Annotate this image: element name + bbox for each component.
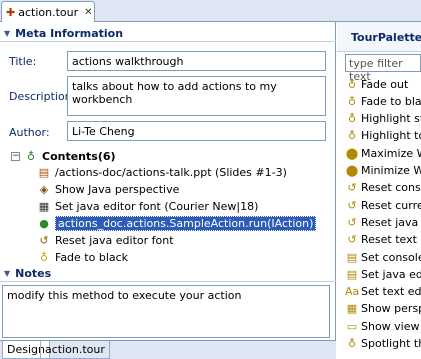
font-icon: ▦ xyxy=(38,199,50,213)
palette-item[interactable]: ⬤Maximize Wor xyxy=(345,145,421,161)
palette-item[interactable]: ↺ Reset text ed xyxy=(345,232,421,248)
palette-item[interactable]: ▦Show perspect xyxy=(345,301,421,317)
notes-input[interactable]: modify this method to execute your actio… xyxy=(2,285,330,338)
palette-item[interactable]: ↺ Reset java ed xyxy=(345,214,421,230)
palette-item[interactable]: ♁ Spotlight the xyxy=(345,336,421,352)
tour-editor: ▼ Meta Information Title: actions walkth… xyxy=(0,22,336,340)
collapse-tree-icon[interactable]: − xyxy=(11,152,20,161)
tree-root-contents[interactable]: ♁ Contents(6) xyxy=(24,148,116,164)
slides-icon: ▤ xyxy=(38,165,50,179)
tab-action-tour[interactable]: ✚ action.tour ✕ xyxy=(1,1,95,22)
description-label: Description: xyxy=(9,90,76,103)
palette-item-icon: ♁ xyxy=(347,337,357,350)
palette-item-label: Show view xyxy=(361,319,420,333)
title-input[interactable]: actions walkthrough xyxy=(67,51,326,71)
tree-item[interactable]: ♁ Fade to black xyxy=(37,249,128,265)
palette-item[interactable]: ↺ Reset console xyxy=(345,180,421,196)
palette-item-label: Minimize Wor xyxy=(361,164,421,177)
palette-item[interactable]: ▤Set console fo xyxy=(345,249,421,265)
palette-item-icon: ↺ xyxy=(347,181,357,195)
notes-section-header[interactable]: ▼ Notes xyxy=(0,265,336,282)
palette-item[interactable]: ⬤Minimize Wor xyxy=(345,163,421,179)
palette-item[interactable]: ▭ Show view xyxy=(345,318,420,334)
collapse-triangle-icon[interactable]: ▼ xyxy=(4,269,10,278)
palette-item-label: Set console fo xyxy=(361,250,421,264)
tour-palette: TourPalette type filter text ♁ Fade out ♁ F… xyxy=(337,22,421,359)
palette-item-label: Set text editor xyxy=(361,285,421,299)
palette-item-icon: ♁ xyxy=(347,94,357,108)
tree-item[interactable]: ● actions_doc.actions.SampleAction.run(IA… xyxy=(37,215,317,231)
palette-filter-input[interactable]: type filter text xyxy=(345,54,421,83)
tour-file-icon: ✚ xyxy=(6,5,16,19)
contents-label: Contents(6) xyxy=(42,149,116,163)
palette-item-icon: ▤ xyxy=(346,250,358,264)
palette-item-label: Highlight state xyxy=(361,112,421,126)
palette-item-icon: ↺ xyxy=(347,233,357,247)
meta-section-header[interactable]: ▼ Meta Information xyxy=(0,25,336,42)
palette-item[interactable]: ↺ Reset current xyxy=(345,197,421,213)
palette-item-label: Reset java ed xyxy=(361,215,421,229)
palette-item-icon: ♁ xyxy=(347,77,357,91)
palette-title: TourPalette xyxy=(337,22,421,52)
tree-item-label: actions_doc.actions.SampleAction.run(IAc… xyxy=(55,215,317,231)
editor-tabbar: ✚ action.tour ✕ xyxy=(0,0,421,22)
palette-item-icon: ↺ xyxy=(347,215,357,229)
palette-item-label: Reset text ed xyxy=(361,233,421,247)
palette-item-label: Maximize Wor xyxy=(361,146,421,160)
tree-item-label: Set java editor font (Courier New|18) xyxy=(55,199,259,213)
perspective-icon: ◈ xyxy=(39,182,49,196)
palette-item[interactable]: ♁ Highlight tool xyxy=(345,128,421,144)
palette-item-icon: ▦ xyxy=(346,302,358,316)
reset-icon: ↺ xyxy=(39,233,49,247)
palette-item[interactable]: ♁ Fade to black xyxy=(345,93,421,109)
notes-section-title: Notes xyxy=(15,266,52,280)
tree-item-label: /actions-doc/actions-talk.ppt (Slides #1… xyxy=(55,165,287,179)
palette-item-label: Reset console xyxy=(361,181,421,195)
palette-item-label: Highlight tool xyxy=(361,129,421,143)
palette-item-icon: ♁ xyxy=(347,129,357,143)
tree-item-label: Show Java perspective xyxy=(55,182,180,196)
palette-item-icon: ⬤ xyxy=(345,146,359,160)
palette-item-icon: ↺ xyxy=(347,198,357,212)
palette-item-label: Fade to black xyxy=(361,94,421,108)
palette-item-label: Reset current xyxy=(361,198,421,212)
palette-item-label: Spotlight the xyxy=(361,337,421,350)
palette-item[interactable]: ♁ Fade out xyxy=(345,76,408,92)
bulb-icon: ♁ xyxy=(39,250,49,264)
editor-page-tabs: Design action.tour xyxy=(0,340,336,359)
palette-item-icon: ▭ xyxy=(346,319,358,333)
palette-item-label: Fade out xyxy=(361,77,409,91)
description-input[interactable]: talks about how to add actions to my wor… xyxy=(67,76,326,116)
author-input[interactable]: Li-Te Cheng xyxy=(67,121,326,141)
palette-item-icon: Aa xyxy=(345,285,360,299)
tree-item-label: Reset java editor font xyxy=(55,233,174,247)
tab-label: action.tour xyxy=(18,5,79,19)
title-label: Title: xyxy=(9,55,37,68)
tree-item-label: Fade to black xyxy=(55,250,129,264)
palette-item[interactable]: ▤Set java edito xyxy=(345,266,421,282)
palette-item-icon: ♁ xyxy=(347,112,357,126)
meta-section-title: Meta Information xyxy=(15,26,124,40)
tree-item[interactable]: ↺ Reset java editor font xyxy=(37,232,174,248)
palette-item-label: Show perspect xyxy=(361,302,421,316)
palette-item-label: Set java edito xyxy=(361,267,421,281)
author-label: Author: xyxy=(9,126,50,139)
contents-icon: ♁ xyxy=(26,149,36,163)
tree-item[interactable]: ▤ /actions-doc/actions-talk.ppt (Slides #… xyxy=(37,164,287,180)
tree-item[interactable]: ◈ Show Java perspective xyxy=(37,181,180,197)
palette-item-icon: ⬤ xyxy=(345,164,359,177)
close-icon[interactable]: ✕ xyxy=(84,7,92,18)
collapse-triangle-icon[interactable]: ▼ xyxy=(4,29,10,38)
palette-item[interactable]: AaSet text editor xyxy=(345,284,421,300)
tree-item[interactable]: ▦ Set java editor font (Courier New|18) xyxy=(37,198,259,214)
method-icon: ● xyxy=(39,216,49,230)
palette-item[interactable]: ♁ Highlight state xyxy=(345,111,421,127)
palette-item-icon: ▤ xyxy=(346,267,358,281)
tab-source[interactable]: action.tour xyxy=(40,341,110,359)
